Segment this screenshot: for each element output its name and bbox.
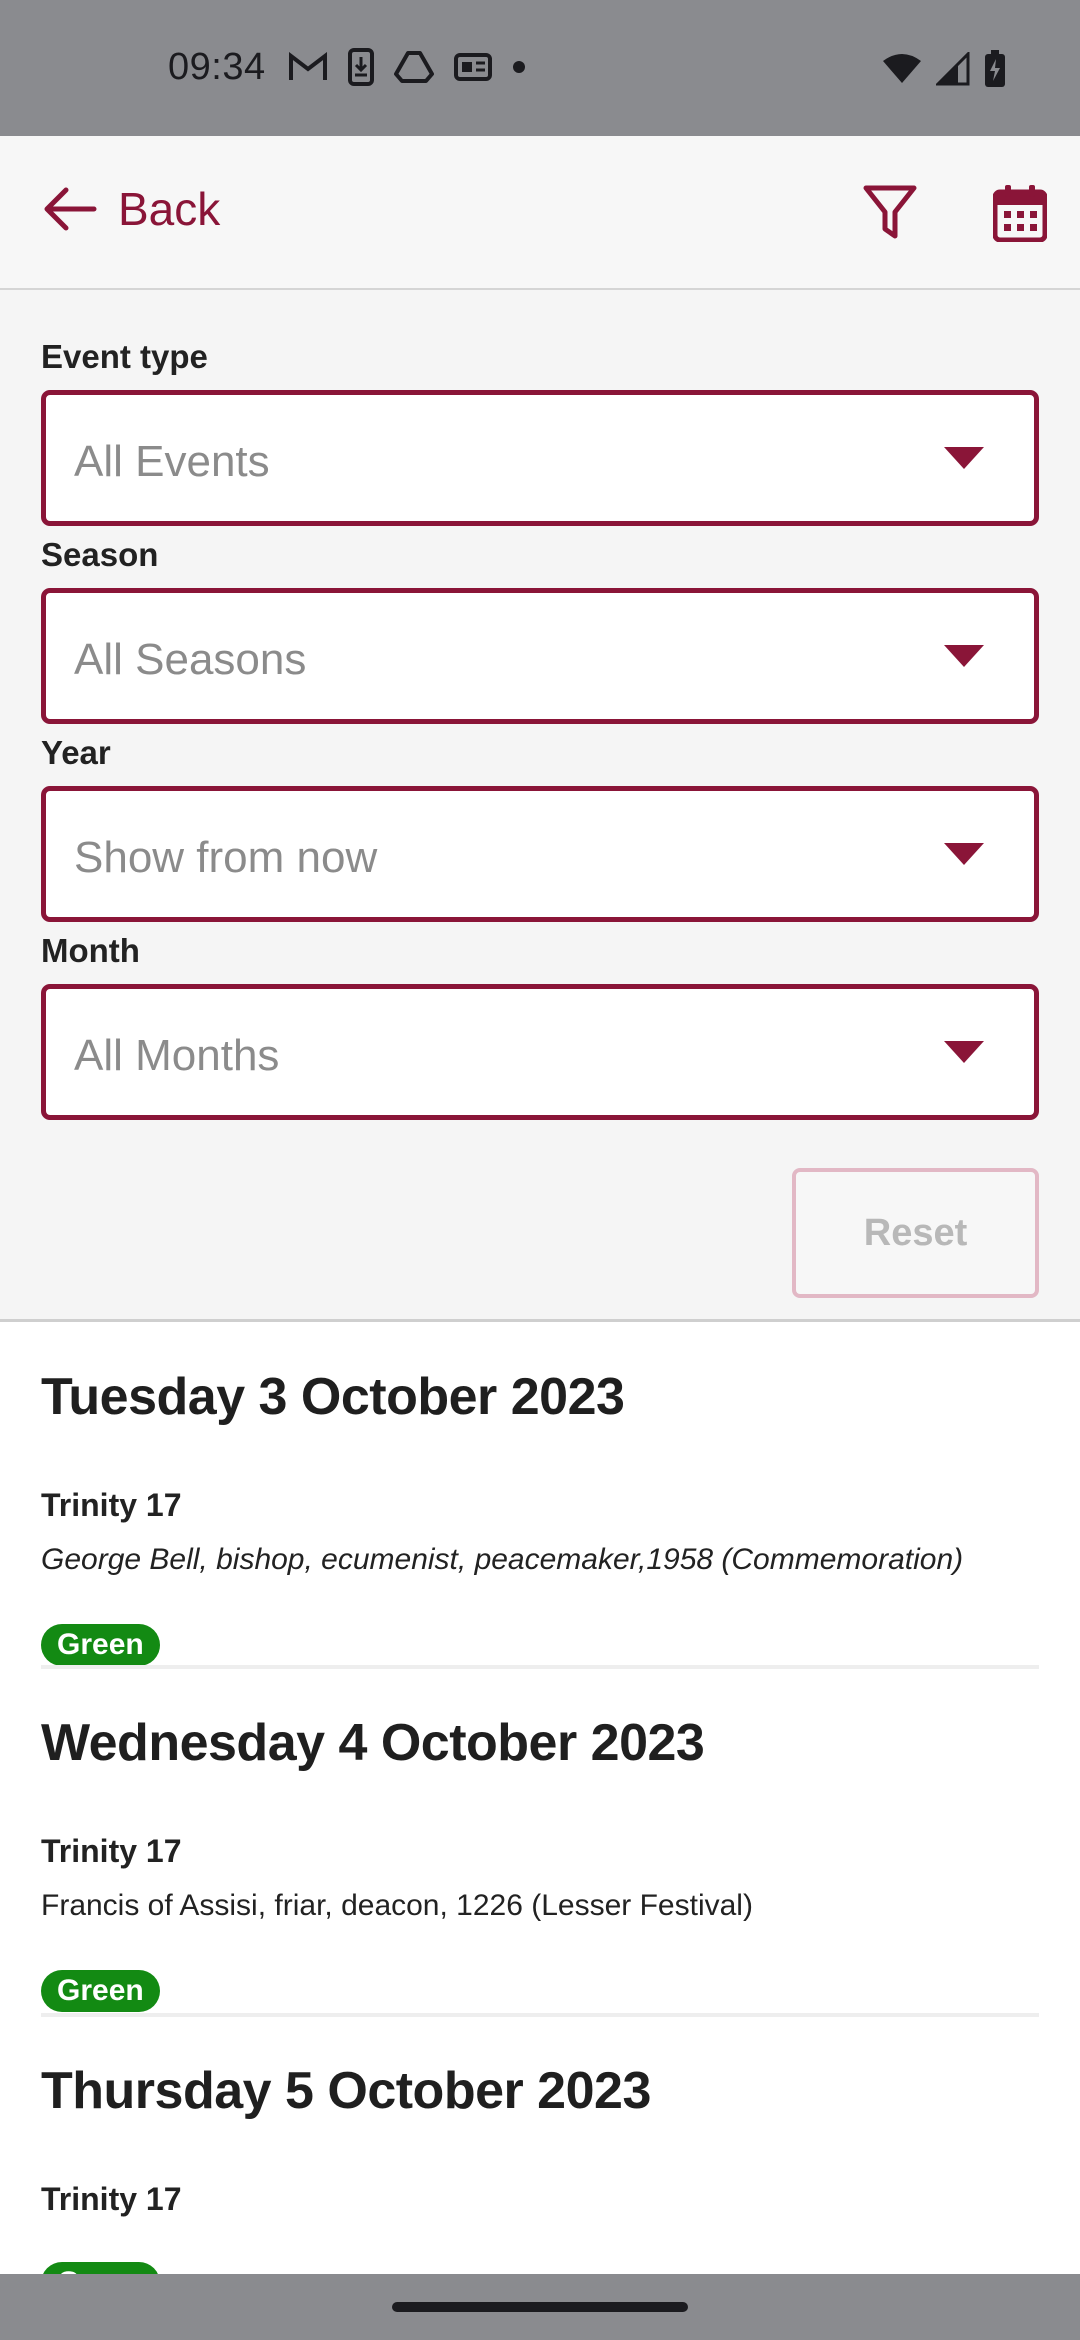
system-icons <box>882 50 1006 88</box>
caret-down-icon <box>944 1041 984 1063</box>
download-icon <box>348 48 374 86</box>
month-select[interactable]: All Months <box>41 984 1039 1120</box>
reset-button[interactable]: Reset <box>792 1168 1039 1298</box>
event-season: Trinity 17 <box>41 1487 182 1523</box>
event-description: George Bell, bishop, ecumenist, peacemak… <box>41 1543 964 1576</box>
navigation-bar <box>0 2274 1080 2340</box>
event-type-select[interactable]: All Events <box>41 390 1039 526</box>
event-type-label: Event type <box>41 338 208 375</box>
year-select[interactable]: Show from now <box>41 786 1039 922</box>
news-icon <box>454 53 492 81</box>
filter-panel: Event type All Events Season All Seasons… <box>0 290 1080 1322</box>
caret-down-icon <box>944 447 984 469</box>
season-select[interactable]: All Seasons <box>41 588 1039 724</box>
year-value: Show from now <box>74 833 378 882</box>
season-label: Season <box>41 536 159 573</box>
back-label: Back <box>118 183 221 235</box>
event-date: Tuesday 3 October 2023 <box>41 1368 625 1426</box>
filter-button[interactable] <box>862 184 918 247</box>
signal-icon <box>936 52 970 86</box>
event-item[interactable]: Thursday 5 October 2023 Trinity 17 Green <box>41 2061 1039 2304</box>
event-item[interactable]: Tuesday 3 October 2023 Trinity 17 George… <box>41 1367 1039 1666</box>
caret-down-icon <box>944 843 984 865</box>
caret-down-icon <box>944 645 984 667</box>
home-indicator[interactable] <box>392 2302 688 2312</box>
year-label: Year <box>41 734 111 771</box>
calendar-button[interactable] <box>992 184 1048 247</box>
event-description: Francis of Assisi, friar, deacon, 1226 (… <box>41 1889 753 1922</box>
app-bar: Back <box>0 136 1080 290</box>
status-bar: 09:34 <box>0 0 1080 136</box>
month-label: Month <box>41 932 140 969</box>
event-date: Wednesday 4 October 2023 <box>41 1714 705 1772</box>
screen: 09:34 Back Event type All Events Season … <box>0 0 1080 2340</box>
divider <box>41 2013 1039 2017</box>
event-date: Thursday 5 October 2023 <box>41 2062 651 2120</box>
event-season: Trinity 17 <box>41 2181 182 2217</box>
notification-icons <box>288 48 526 86</box>
event-item[interactable]: Wednesday 4 October 2023 Trinity 17 Fran… <box>41 1713 1039 2012</box>
event-season: Trinity 17 <box>41 1833 182 1869</box>
drive-icon <box>394 51 434 83</box>
liturgical-colour-badge: Green <box>41 1970 160 2012</box>
status-time: 09:34 <box>168 46 266 88</box>
wifi-icon <box>883 54 921 83</box>
event-type-value: All Events <box>74 437 270 486</box>
arrow-back-icon <box>44 187 97 231</box>
battery-charging-icon <box>985 50 1005 87</box>
divider <box>41 1665 1039 1669</box>
liturgical-colour-badge: Green <box>41 1624 160 1666</box>
month-value: All Months <box>74 1031 280 1080</box>
calendar-icon <box>992 185 1048 243</box>
gmail-icon <box>289 52 327 80</box>
back-button[interactable]: Back <box>42 182 220 236</box>
season-value: All Seasons <box>74 635 307 684</box>
filter-icon <box>863 185 917 239</box>
dot-icon <box>513 61 525 73</box>
